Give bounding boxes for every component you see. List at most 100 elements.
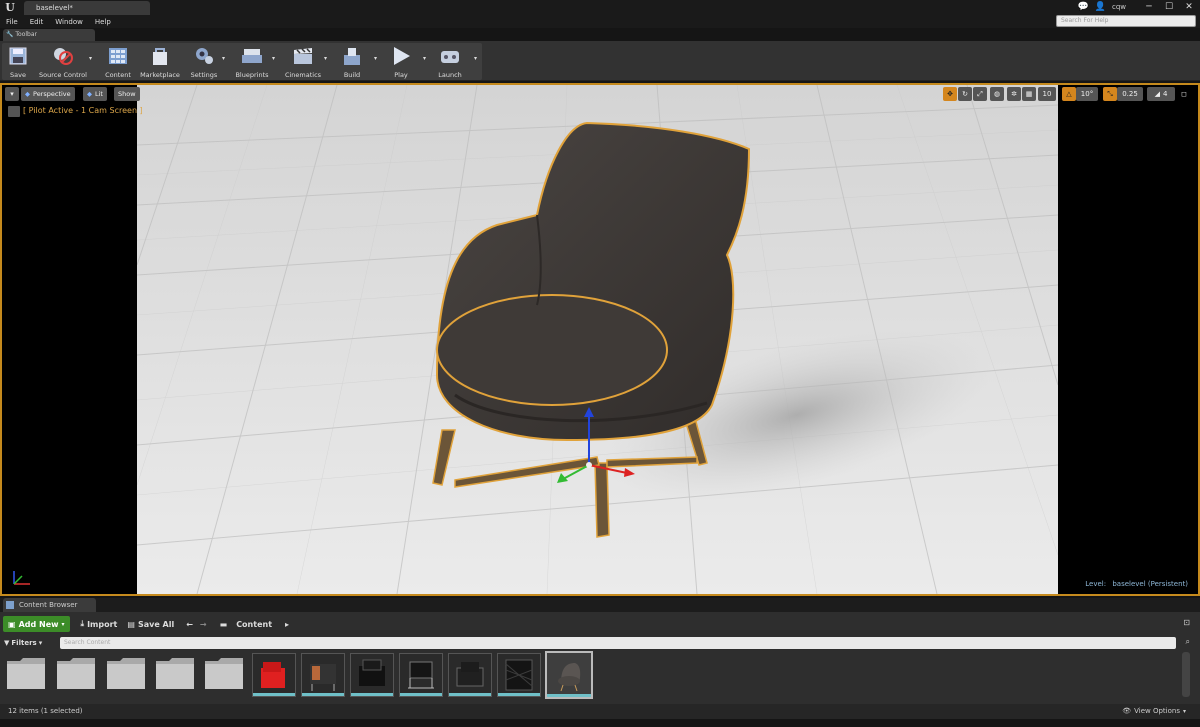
- source-control-label: Source Control: [39, 71, 87, 79]
- minimize-button[interactable]: ─: [1142, 2, 1156, 13]
- view-options-button[interactable]: 👁 View Options ▾: [1122, 707, 1186, 715]
- grid-snap-icon[interactable]: ▦: [1022, 87, 1036, 101]
- menu-edit[interactable]: Edit: [24, 18, 50, 26]
- close-button[interactable]: ✕: [1182, 2, 1196, 13]
- scale-tool-icon[interactable]: ⤢: [973, 87, 987, 101]
- surface-snap-icon[interactable]: ✲: [1007, 87, 1021, 101]
- folder-icon: [156, 658, 194, 689]
- launch-button[interactable]: Launch: [434, 43, 466, 80]
- blueprints-button[interactable]: Blueprints: [232, 43, 272, 80]
- forward-button[interactable]: →: [198, 616, 209, 632]
- asset-type-bar: [253, 693, 295, 696]
- add-new-button[interactable]: ▣ Add New ▾: [3, 616, 70, 632]
- source-control-button[interactable]: Source Control: [34, 43, 92, 80]
- folder-item[interactable]: [56, 656, 96, 690]
- forward-arrow-icon: →: [199, 619, 207, 629]
- menu-window[interactable]: Window: [49, 18, 89, 26]
- marketplace-button[interactable]: Marketplace: [137, 43, 183, 80]
- lounge-chair-thumbnail: [400, 654, 442, 694]
- menu-help[interactable]: Help: [89, 18, 117, 26]
- filter-icon: ▼: [4, 638, 10, 647]
- blueprints-dropdown-icon[interactable]: ▾: [272, 55, 275, 62]
- save-button[interactable]: Save: [4, 43, 32, 80]
- path-content-button[interactable]: ▬ Content ▸: [215, 616, 294, 632]
- asset-thumbnail[interactable]: [497, 653, 541, 697]
- folder-item[interactable]: [155, 656, 195, 690]
- build-button[interactable]: Build: [336, 43, 368, 80]
- folder-item[interactable]: [106, 656, 146, 690]
- back-button[interactable]: ←: [181, 616, 198, 632]
- rotation-snap-value[interactable]: 10°: [1076, 87, 1098, 101]
- chat-icon[interactable]: 💬: [1078, 2, 1089, 12]
- asset-thumbnail-selected[interactable]: [545, 651, 593, 699]
- eject-pilot-icon[interactable]: [8, 106, 20, 117]
- viewport-options-button[interactable]: ▾: [5, 87, 19, 101]
- black-chair-thumbnail: [351, 654, 393, 694]
- folder-item[interactable]: [6, 656, 46, 690]
- save-icon: [7, 45, 29, 67]
- add-new-dropdown-icon: ▾: [61, 620, 65, 628]
- user-icon[interactable]: 👤: [1095, 2, 1106, 12]
- maximize-viewport-icon[interactable]: ◻: [1179, 87, 1189, 101]
- username[interactable]: cqw: [1112, 3, 1126, 11]
- lock-icon[interactable]: ⊡: [1183, 618, 1190, 627]
- play-dropdown-icon[interactable]: ▾: [423, 55, 426, 62]
- perspective-button[interactable]: ◆ Perspective: [21, 87, 75, 101]
- search-help-input[interactable]: Search For Help: [1056, 15, 1196, 27]
- perspective-icon: ◆: [25, 90, 30, 98]
- menu-file[interactable]: File: [0, 18, 24, 26]
- filters-button[interactable]: ▼ Filters ▾: [4, 636, 42, 649]
- play-button[interactable]: Play: [386, 43, 416, 80]
- grid-snap-value[interactable]: 10: [1038, 87, 1056, 101]
- title-bar: [0, 0, 1200, 15]
- viewport-scene[interactable]: [137, 85, 1058, 594]
- asset-type-bar: [449, 693, 491, 696]
- marketplace-label: Marketplace: [140, 71, 180, 79]
- toolbar-tab[interactable]: 🔧 Toolbar: [3, 29, 95, 41]
- eye-icon: 👁: [1122, 707, 1132, 715]
- content-button[interactable]: Content: [101, 43, 135, 80]
- save-all-button[interactable]: ▤ Save All: [122, 616, 179, 632]
- asset-type-bar: [547, 694, 591, 697]
- world-local-icon[interactable]: ◍: [990, 87, 1004, 101]
- armchair-thumbnail: [449, 654, 491, 694]
- content-search-input[interactable]: Search Content: [60, 637, 1176, 649]
- camera-speed-button[interactable]: ◢ 4: [1147, 87, 1175, 101]
- asset-thumbnail[interactable]: [252, 653, 296, 697]
- settings-button[interactable]: Settings: [187, 43, 221, 80]
- maximize-button[interactable]: ☐: [1162, 2, 1176, 13]
- translate-tool-icon[interactable]: ✥: [943, 87, 957, 101]
- asset-thumbnail[interactable]: [301, 653, 345, 697]
- asset-thumbnail[interactable]: [399, 653, 443, 697]
- source-control-dropdown-icon[interactable]: ▾: [89, 55, 92, 62]
- content-scrollbar[interactable]: [1182, 652, 1190, 697]
- axis-indicator-icon: [13, 571, 30, 585]
- folder-icon: [205, 658, 243, 689]
- scale-snap-icon[interactable]: ⤡: [1103, 87, 1117, 101]
- lit-button[interactable]: ◆ Lit: [83, 87, 107, 101]
- asset-thumbnail[interactable]: [448, 653, 492, 697]
- folder-icon: [7, 658, 45, 689]
- settings-dropdown-icon[interactable]: ▾: [222, 55, 225, 62]
- content-browser-tab[interactable]: Content Browser: [3, 598, 96, 612]
- asset-thumbnail[interactable]: [350, 653, 394, 697]
- folder-item[interactable]: [204, 656, 244, 690]
- build-dropdown-icon[interactable]: ▾: [374, 55, 377, 62]
- rotate-tool-icon[interactable]: ↻: [958, 87, 972, 101]
- content-browser-header: [0, 598, 1200, 612]
- filters-label: Filters: [11, 638, 37, 647]
- unreal-logo-icon[interactable]: U: [3, 1, 17, 14]
- filters-dropdown-icon: ▾: [38, 638, 43, 647]
- lit-icon: ◆: [87, 90, 92, 98]
- launch-dropdown-icon[interactable]: ▾: [474, 55, 477, 62]
- level-tab[interactable]: baselevel*: [24, 1, 150, 15]
- settings-gear-icon: [193, 45, 215, 67]
- rotation-snap-icon[interactable]: △: [1062, 87, 1076, 101]
- search-icon[interactable]: ⌕: [1186, 637, 1190, 647]
- cinematics-button[interactable]: Cinematics: [281, 43, 325, 80]
- scale-snap-value[interactable]: 0.25: [1117, 87, 1143, 101]
- cinematics-dropdown-icon[interactable]: ▾: [324, 55, 327, 62]
- show-button[interactable]: Show: [114, 87, 140, 101]
- import-button[interactable]: ⤓ Import: [76, 616, 123, 632]
- red-chair-thumbnail: [253, 654, 295, 694]
